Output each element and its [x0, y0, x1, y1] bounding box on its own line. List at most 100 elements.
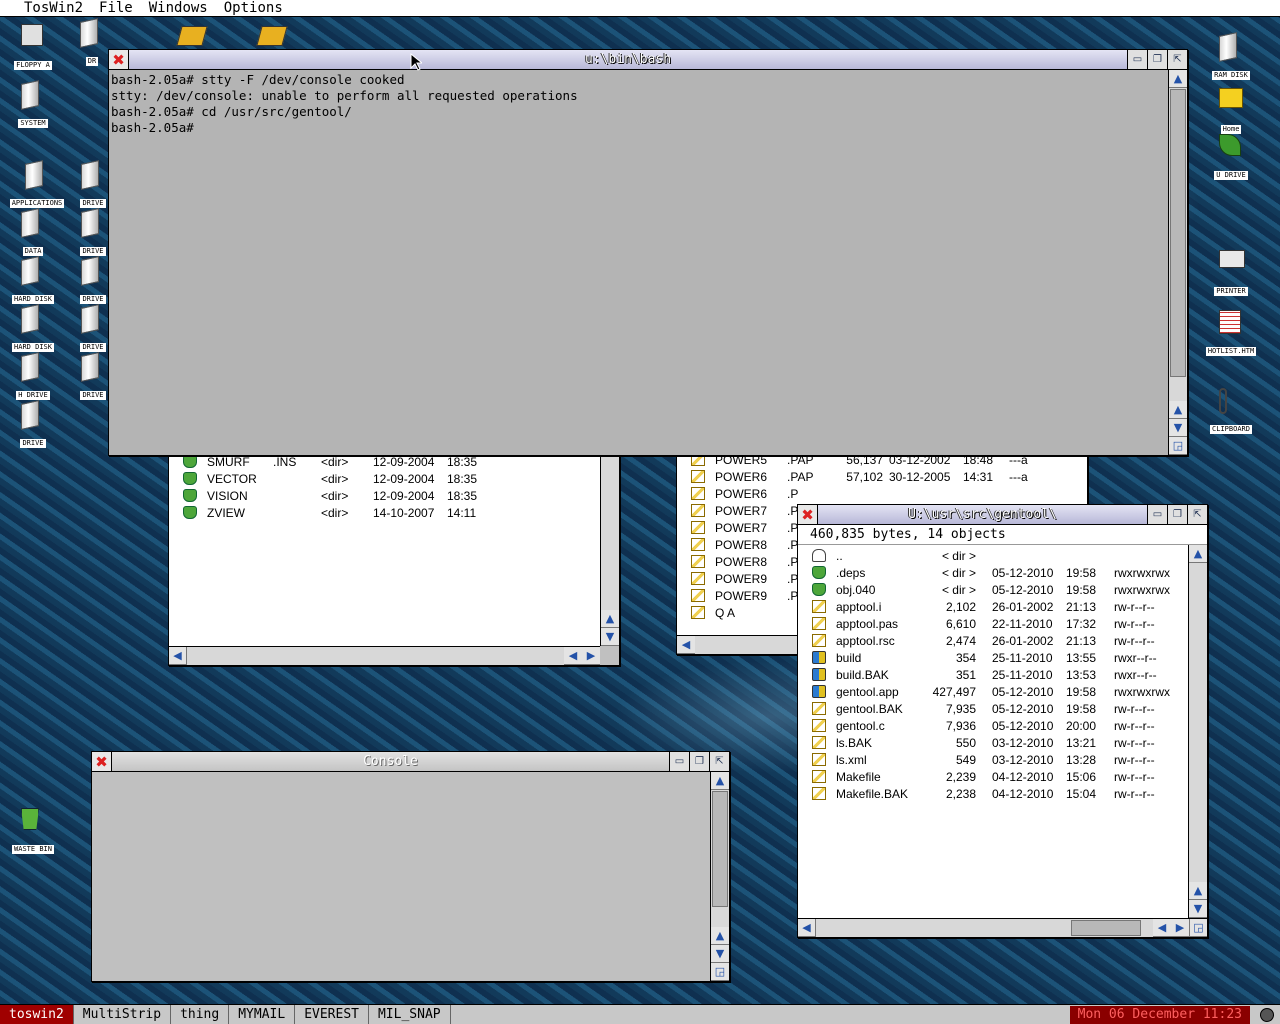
iconify-icon[interactable]: ▭	[1147, 505, 1167, 524]
desktop-icon-system[interactable]: SYSTEM	[0, 80, 66, 128]
backdrop-icon[interactable]: ❐	[1167, 505, 1187, 524]
close-icon[interactable]: ✖	[798, 505, 818, 524]
desktop-icon-applications[interactable]: APPLICATIONS	[4, 160, 70, 208]
taskbar-item-multistrip[interactable]: MultiStrip	[74, 1005, 172, 1024]
menu-app[interactable]: TosWin2	[0, 0, 91, 16]
scroll-down-button[interactable]: ▼	[1169, 419, 1187, 437]
file-row[interactable]: obj.040 < dir > 05-12-2010 19:58 rwxrwxrwx	[798, 581, 1188, 598]
taskbar-item-everest[interactable]: EVEREST	[295, 1005, 369, 1024]
desktop-icon-h-drive[interactable]: H DRIVE	[0, 352, 66, 400]
file-row[interactable]: ZVIEW <dir> 14-10-2007 14:11	[169, 504, 600, 521]
scroll-left-button[interactable]: ◀	[677, 636, 695, 654]
close-icon[interactable]: ✖	[109, 50, 129, 69]
desktop-icon-hard-disk-1[interactable]: HARD DISK	[0, 256, 66, 304]
taskbar-item-mil-snap[interactable]: MIL_SNAP	[369, 1005, 451, 1024]
left-hscroll[interactable]: ◀ ◀ ▶	[169, 646, 600, 665]
console-window[interactable]: ✖ Console ▭ ❐ ⇱ ▲ ▲ ▼ ◲	[91, 751, 730, 982]
close-icon[interactable]: ✖	[92, 752, 112, 771]
file-row[interactable]: build.BAK 351 25-11-2010 13:53 rwxr--r--	[798, 666, 1188, 683]
terminal-titlebar[interactable]: ✖ u:\bin\bash ▭ ❐ ⇱	[109, 50, 1187, 70]
console-vscroll[interactable]: ▲ ▲ ▼ ◲	[710, 772, 729, 981]
taskbar-item-mymail[interactable]: MYMAIL	[229, 1005, 296, 1024]
console-titlebar[interactable]: ✖ Console ▭ ❐ ⇱	[92, 752, 729, 772]
terminal-output[interactable]: bash-2.05a# stty -F /dev/console cooked …	[109, 70, 1168, 455]
file-row[interactable]: apptool.i 2,102 26-01-2002 21:13 rw-r--r--	[798, 598, 1188, 615]
scroll-up-button-2[interactable]: ▲	[711, 927, 729, 945]
gentool-hscroll[interactable]: ◀ ◀ ▶ ◲	[798, 918, 1207, 937]
file-row[interactable]: ls.xml 549 03-12-2010 13:28 rw-r--r--	[798, 751, 1188, 768]
resize-handle[interactable]: ◲	[711, 963, 729, 981]
scroll-right-button[interactable]: ▶	[1171, 919, 1189, 937]
file-row[interactable]: .deps < dir > 05-12-2010 19:58 rwxrwxrwx	[798, 564, 1188, 581]
file-row[interactable]: Makefile 2,239 04-12-2010 15:06 rw-r--r--	[798, 768, 1188, 785]
desktop-icon-ram-disk[interactable]: RAM DISK	[1198, 32, 1264, 80]
desktop-icon-u-drive[interactable]: U DRIVE	[1198, 130, 1264, 180]
file-row[interactable]: .. < dir >	[798, 547, 1188, 564]
backdrop-icon[interactable]: ❐	[1147, 50, 1167, 69]
scroll-left-button[interactable]: ◀	[798, 919, 816, 937]
resize-handle[interactable]: ◲	[1169, 437, 1187, 455]
scroll-left-button-2[interactable]: ◀	[1153, 919, 1171, 937]
scroll-up-button[interactable]: ▲	[1189, 545, 1207, 563]
scroll-up-button-2[interactable]: ▲	[1189, 882, 1207, 900]
taskbar-item-toswin2[interactable]: toswin2	[0, 1005, 74, 1024]
scroll-down-button[interactable]: ▼	[711, 945, 729, 963]
desktop-icon-dr[interactable]: DR	[72, 18, 112, 66]
scroll-right-button[interactable]: ▶	[582, 647, 600, 665]
console-output[interactable]	[92, 772, 710, 981]
desktop-icon-drive-c2-2[interactable]: DRIVE	[78, 208, 108, 256]
resize-handle[interactable]: ◲	[1189, 919, 1207, 937]
file-row[interactable]: POWER6 .PAP 57,102 30-12-2005 14:31 ---a	[677, 468, 1087, 485]
scroll-up-button[interactable]: ▲	[1169, 70, 1187, 88]
scroll-up-button[interactable]: ▲	[601, 610, 619, 628]
terminal-vscroll[interactable]: ▲ ▲ ▼ ◲	[1168, 70, 1187, 455]
file-row[interactable]: ls.BAK 550 03-12-2010 13:21 rw-r--r--	[798, 734, 1188, 751]
scroll-down-button[interactable]: ▼	[601, 628, 619, 646]
hscroll-thumb[interactable]	[1071, 920, 1141, 936]
desktop-icon-hotlist[interactable]: HOTLIST.HTM	[1198, 306, 1264, 356]
scroll-left-button[interactable]: ◀	[169, 647, 187, 665]
gentool-titlebar[interactable]: ✖ U:\usr\src\gentool\ ▭ ❐ ⇱	[798, 505, 1207, 525]
menu-windows[interactable]: Windows	[141, 0, 216, 16]
desktop-icon-data[interactable]: DATA	[0, 208, 66, 256]
file-row[interactable]: gentool.app 427,497 05-12-2010 19:58 rwxrwxr…	[798, 683, 1188, 700]
scroll-left-button-2[interactable]: ◀	[564, 647, 582, 665]
menu-options[interactable]: Options	[216, 0, 291, 16]
desktop-icon-waste-bin[interactable]: WASTE BIN	[0, 802, 66, 854]
desktop-icon-home[interactable]: Home	[1198, 82, 1264, 134]
gentool-vscroll[interactable]: ▲ ▲ ▼	[1188, 545, 1207, 918]
terminal-window[interactable]: ✖ u:\bin\bash ▭ ❐ ⇱ bash-2.05a# stty -F …	[108, 49, 1188, 456]
desktop-icon-printer[interactable]: PRINTER	[1198, 242, 1264, 296]
fullscreen-icon[interactable]: ⇱	[1167, 50, 1187, 69]
desktop-icon-drive-c2-4[interactable]: DRIVE	[78, 304, 108, 352]
desktop-icon-drive-c2-5[interactable]: DRIVE	[78, 352, 108, 400]
iconify-icon[interactable]: ▭	[669, 752, 689, 771]
desktop-icon-drive-c2-1[interactable]: DRIVE	[78, 160, 108, 208]
desktop-icon-drive[interactable]: DRIVE	[0, 400, 66, 448]
fullscreen-icon[interactable]: ⇱	[709, 752, 729, 771]
gentool-window[interactable]: ✖ U:\usr\src\gentool\ ▭ ❐ ⇱ 460,835 byte…	[797, 504, 1208, 938]
scroll-thumb[interactable]	[1170, 89, 1186, 377]
menu-file[interactable]: File	[91, 0, 141, 16]
scroll-up-button-2[interactable]: ▲	[1169, 401, 1187, 419]
fullscreen-icon[interactable]: ⇱	[1187, 505, 1207, 524]
scroll-down-button[interactable]: ▼	[1189, 900, 1207, 918]
backdrop-icon[interactable]: ❐	[689, 752, 709, 771]
file-row[interactable]: Makefile.BAK 2,238 04-12-2010 15:04 rw-r--r-…	[798, 785, 1188, 802]
desktop-icon-floppy[interactable]: FLOPPY A	[0, 20, 66, 70]
file-row[interactable]: VECTOR <dir> 12-09-2004 18:35	[169, 470, 600, 487]
file-row[interactable]: VISION <dir> 12-09-2004 18:35	[169, 487, 600, 504]
iconify-icon[interactable]: ▭	[1127, 50, 1147, 69]
scroll-up-button[interactable]: ▲	[711, 772, 729, 790]
file-row[interactable]: apptool.pas 6,610 22-11-2010 17:32 rw-r--r--	[798, 615, 1188, 632]
desktop-icon-drive-c2-3[interactable]: DRIVE	[78, 256, 108, 304]
file-row[interactable]: POWER6 .P	[677, 485, 1087, 502]
file-row[interactable]: build 354 25-11-2010 13:55 rwxr--r--	[798, 649, 1188, 666]
file-row[interactable]: gentool.BAK 7,935 05-12-2010 19:58 rw-r--r--	[798, 700, 1188, 717]
desktop-icon-clipboard[interactable]: CLIPBOARD	[1198, 386, 1264, 434]
file-row[interactable]: gentool.c 7,936 05-12-2010 20:00 rw-r--r--	[798, 717, 1188, 734]
desktop-icon-hard-disk-2[interactable]: HARD DISK	[0, 304, 66, 352]
left-vscroll[interactable]: ▲ ▼	[600, 453, 619, 646]
file-row[interactable]: apptool.rsc 2,474 26-01-2002 21:13 rw-r--r--	[798, 632, 1188, 649]
scroll-thumb[interactable]	[712, 791, 728, 907]
